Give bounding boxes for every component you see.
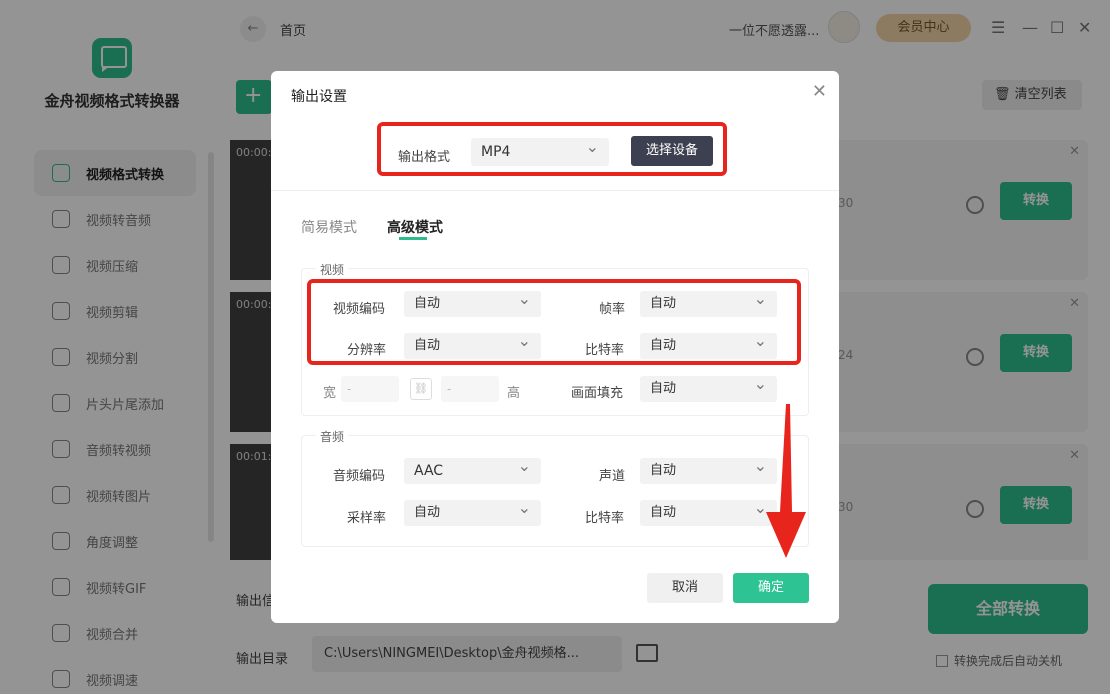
audio-codec-select[interactable]: AAC: [404, 453, 541, 484]
confirm-button[interactable]: 确定: [733, 573, 809, 603]
audio-codec-label: 音频编码: [333, 469, 386, 484]
fill-select[interactable]: 自动: [640, 371, 777, 402]
height-input[interactable]: -: [441, 376, 499, 402]
audio-bitrate-label: 比特率: [585, 511, 625, 526]
dialog-close-icon[interactable]: ✕: [812, 81, 827, 102]
resolution-label: 分辨率: [347, 343, 387, 358]
link-icon[interactable]: ⛓: [410, 378, 432, 400]
fps-label: 帧率: [599, 302, 626, 317]
audio-group-title: 音频: [316, 428, 349, 445]
video-codec-select[interactable]: 自动: [404, 286, 541, 317]
annotation-arrow: [766, 404, 806, 558]
channel-label: 声道: [599, 469, 626, 484]
height-label: 高: [507, 386, 521, 401]
fill-label: 画面填充: [571, 386, 624, 401]
width-input[interactable]: -: [341, 376, 399, 402]
video-codec-label: 视频编码: [333, 302, 386, 317]
video-bitrate-select[interactable]: 自动: [640, 328, 777, 359]
channel-select[interactable]: 自动: [640, 453, 777, 484]
format-select[interactable]: MP4: [471, 133, 609, 166]
format-label: 输出格式: [398, 150, 451, 165]
select-device-button[interactable]: 选择设备: [631, 136, 713, 166]
sample-rate-label: 采样率: [347, 511, 387, 526]
tab-underline: [399, 237, 427, 240]
video-bitrate-label: 比特率: [585, 343, 625, 358]
resolution-select[interactable]: 自动: [404, 328, 541, 359]
output-settings-dialog: 输出设置 ✕ 输出格式 MP4 选择设备 简易模式 高级模式 视频 视频编码 自…: [271, 71, 839, 623]
audio-group: 音频: [301, 428, 809, 547]
tab-simple[interactable]: 简易模式: [301, 217, 357, 237]
sample-rate-select[interactable]: 自动: [404, 495, 541, 526]
width-label: 宽: [323, 386, 337, 401]
cancel-button[interactable]: 取消: [647, 573, 723, 603]
fps-select[interactable]: 自动: [640, 286, 777, 317]
tab-advanced[interactable]: 高级模式: [387, 217, 443, 237]
dialog-title: 输出设置: [291, 89, 347, 105]
video-group-title: 视频: [316, 261, 349, 278]
audio-bitrate-select[interactable]: 自动: [640, 495, 777, 526]
